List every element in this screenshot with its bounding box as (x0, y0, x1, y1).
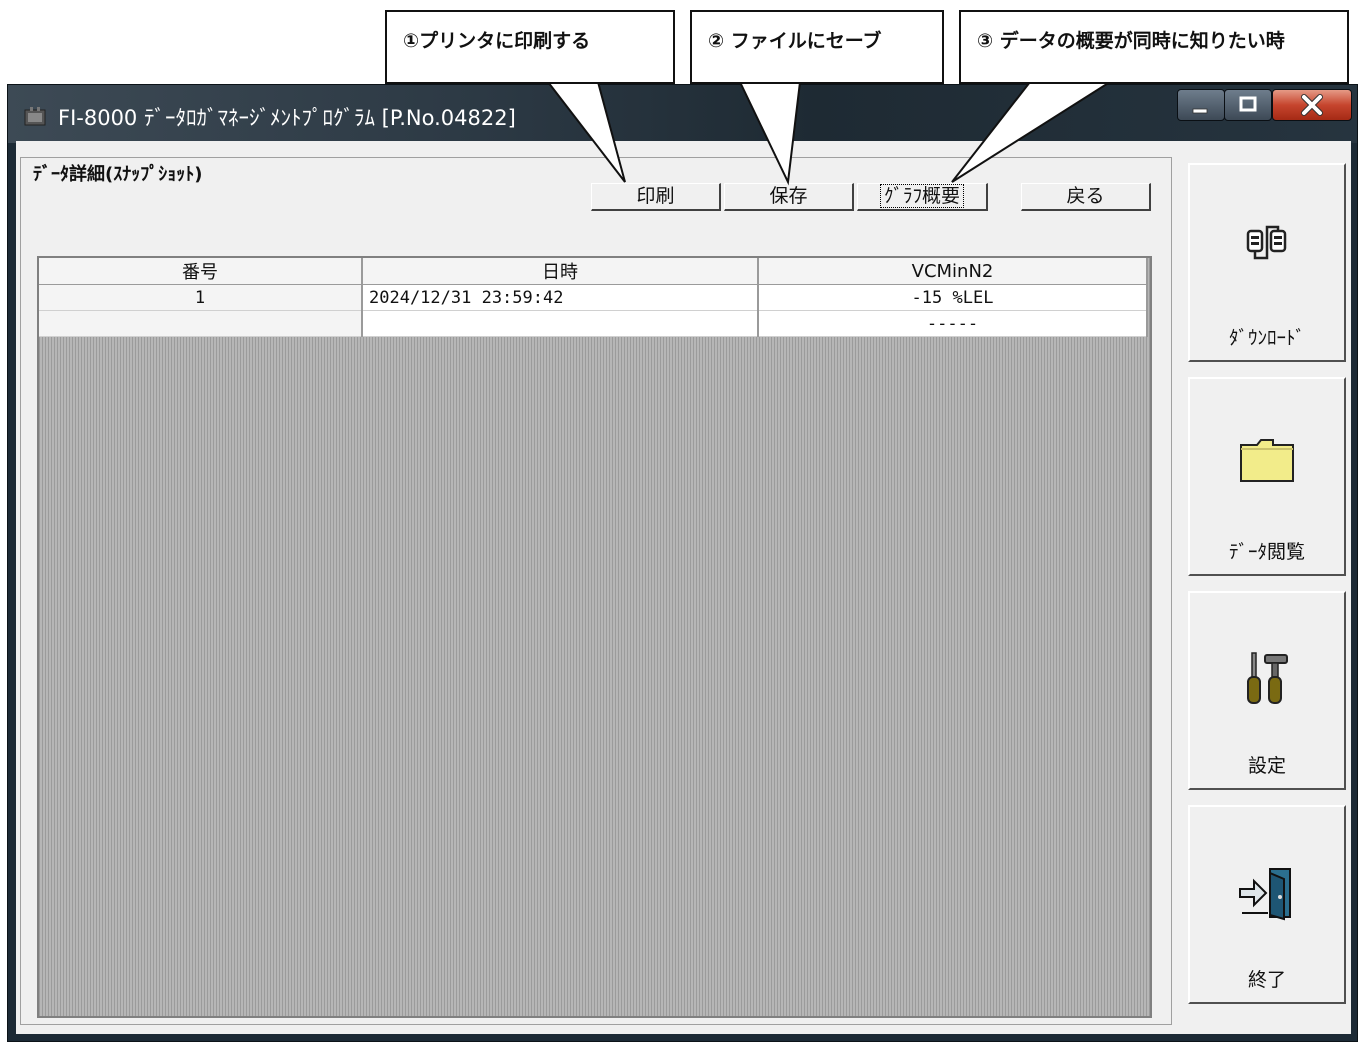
callout-save: ② ファイルにセーブ (690, 10, 944, 84)
cell-value[interactable]: ----- (758, 310, 1148, 337)
exit-door-icon (1239, 868, 1291, 921)
exit-button[interactable]: 終了 (1188, 805, 1346, 1004)
tools-icon (1247, 652, 1288, 704)
callout-print-label: ①プリンタに印刷する (403, 30, 591, 52)
callout-summary: ③ データの概要が同時に知りたい時 (959, 10, 1349, 84)
callout-1-pointer (545, 81, 626, 183)
callout-save-label: ② ファイルにセーブ (708, 30, 882, 52)
cell-number[interactable] (39, 310, 363, 337)
table-row[interactable]: ----- (39, 310, 1148, 337)
data-view-button[interactable]: ﾃﾞｰﾀ閲覧 (1188, 377, 1346, 576)
folder-icon (1240, 439, 1294, 482)
download-label: ﾀﾞｳﾝﾛｰﾄﾞ (1228, 327, 1305, 349)
callout-3-pointer (951, 81, 1114, 183)
callout-summary-label: ③ データの概要が同時に知りたい時 (977, 30, 1285, 52)
callout-2-pointer (738, 81, 802, 186)
data-view-label: ﾃﾞｰﾀ閲覧 (1228, 541, 1305, 563)
settings-label: 設定 (1247, 755, 1286, 777)
settings-button[interactable]: 設定 (1188, 591, 1346, 790)
data-grid[interactable]: 番号 日時 VCMinN2 1 2024/12/31 23:59:42 -15 … (37, 256, 1152, 1018)
callout-print: ①プリンタに印刷する (385, 10, 675, 84)
exit-label: 終了 (1247, 969, 1286, 991)
cell-datetime[interactable] (362, 310, 759, 337)
